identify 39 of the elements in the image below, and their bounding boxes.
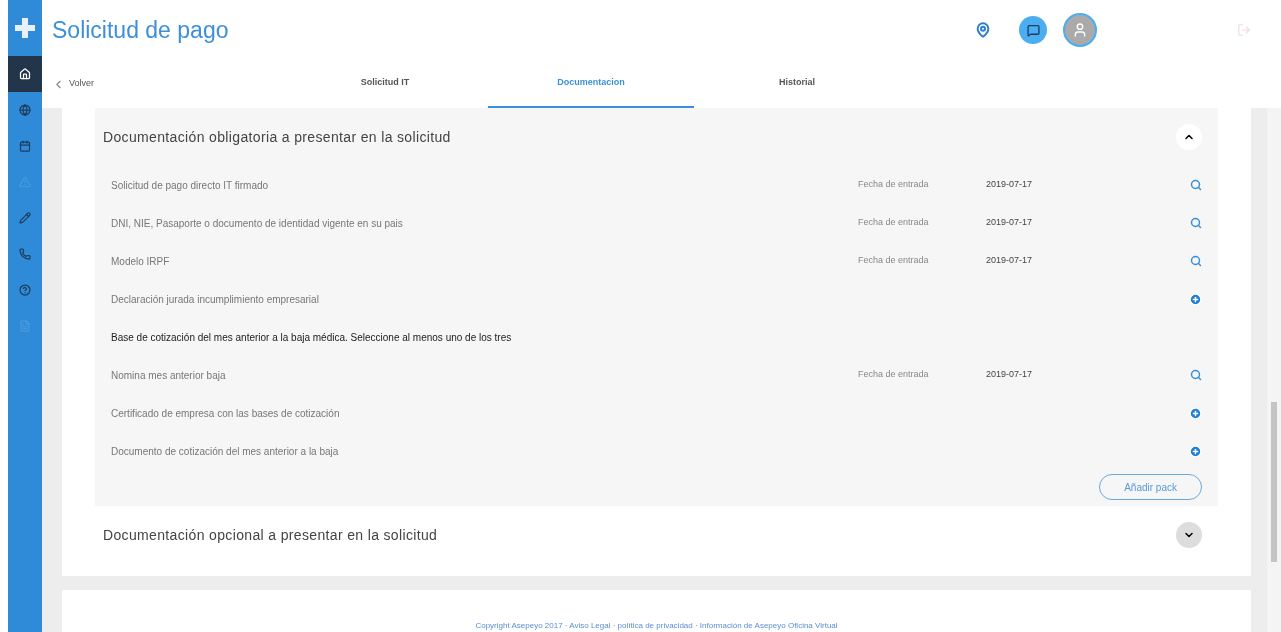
document-name: Declaración jurada incumplimiento empresarial (111, 292, 320, 307)
tab[interactable]: Historial (694, 60, 900, 108)
document-name: Documento de cotización del mes anterior a la baja (111, 444, 340, 459)
footer-text: Copyright Asepeyo 2017 · Aviso Legal · política de privacidad · Información de Asepeyo Oficina Virtual (475, 620, 838, 632)
search-icon[interactable] (1190, 255, 1202, 267)
document-name: Solicitud de pago directo IT firmado (111, 178, 270, 193)
search-icon[interactable] (1190, 217, 1202, 229)
date-label: Fecha de entrada (858, 254, 930, 268)
location-pin-icon[interactable] (975, 22, 991, 38)
document-name: Nomina mes anterior baja (111, 368, 227, 383)
date-value: 2019-07-17 (986, 368, 1034, 382)
user-icon (1072, 22, 1088, 38)
date-value: 2019-07-17 (986, 216, 1034, 230)
group-heading: Base de cotización del mes anterior a la baja médica. Seleccione al menos uno de los tres (111, 330, 512, 345)
add-icon[interactable] (1189, 444, 1202, 458)
date-label: Fecha de entrada (858, 368, 930, 382)
search-icon[interactable] (1190, 179, 1202, 191)
avatar-button[interactable] (1063, 13, 1097, 47)
document-name: DNI, NIE, Pasaporte o documento de identidad vigente en su pais (111, 216, 404, 231)
sidebar-item[interactable] (8, 56, 42, 92)
chat-icon (1026, 23, 1040, 37)
date-value: 2019-07-17 (986, 254, 1034, 268)
collapse-button[interactable] (1176, 124, 1202, 150)
search-icon[interactable] (1190, 369, 1202, 381)
logo-icon (13, 16, 37, 40)
add-icon[interactable] (1189, 292, 1202, 306)
document-name: Certificado de empresa con las bases de cotización (111, 406, 341, 421)
section-title: Documentación opcional a presentar en la solicitud (103, 525, 439, 545)
back-link[interactable]: Volver (42, 60, 282, 108)
page-title: Solicitud de pago (52, 15, 230, 45)
date-label: Fecha de entrada (858, 216, 930, 230)
section-title: Documentación obligatoria a presentar en la solicitud (103, 127, 452, 147)
tab[interactable]: Solicitud IT (282, 60, 488, 108)
add-icon[interactable] (1189, 406, 1202, 420)
date-value: 2019-07-17 (986, 178, 1034, 192)
date-label: Fecha de entrada (858, 178, 930, 192)
chat-button[interactable] (1019, 16, 1047, 44)
collapse-button[interactable] (1176, 522, 1202, 548)
document-name: Modelo IRPF (111, 254, 171, 269)
